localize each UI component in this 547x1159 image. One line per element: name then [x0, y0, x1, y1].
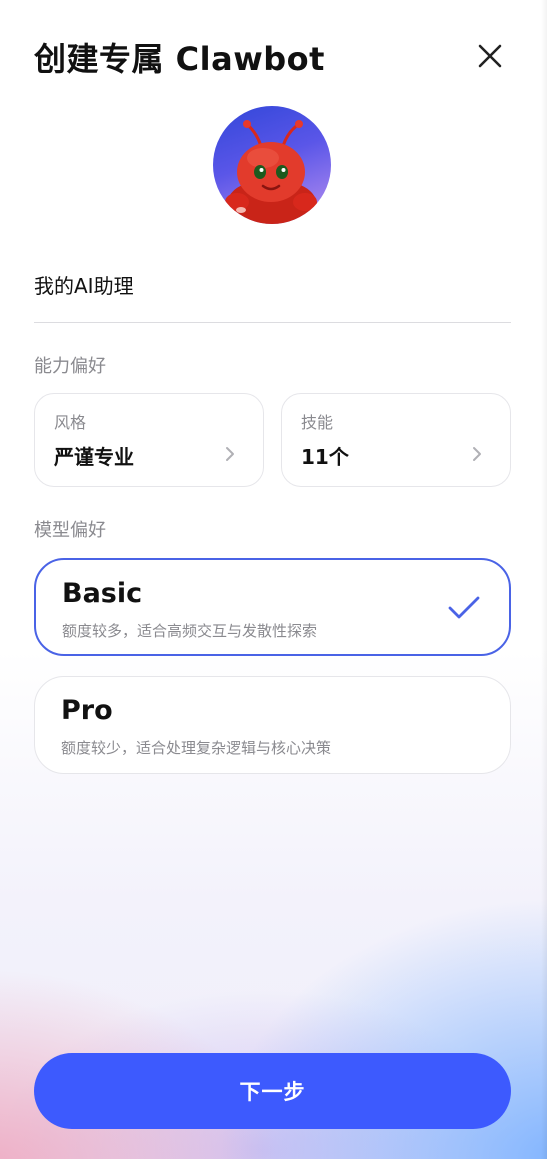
page-title: 创建专属 Clawbot	[34, 40, 325, 78]
avatar[interactable]	[213, 106, 331, 224]
model-option-basic[interactable]: Basic 额度较多，适合高频交互与发散性探索	[34, 558, 511, 656]
style-card[interactable]: 风格 严谨专业	[34, 393, 264, 487]
model-name: Pro	[61, 695, 113, 726]
checkmark-icon	[448, 596, 480, 619]
lobster-mascot-icon	[225, 120, 317, 224]
style-label: 风格	[54, 413, 87, 432]
close-button[interactable]	[472, 38, 508, 74]
model-name: Basic	[62, 578, 143, 609]
assistant-name-input[interactable]: 我的AI助理	[34, 270, 134, 299]
model-description: 额度较少，适合处理复杂逻辑与核心决策	[61, 739, 332, 757]
next-step-button[interactable]: 下一步	[34, 1053, 511, 1129]
skills-card[interactable]: 技能 11个	[281, 393, 511, 487]
screen-edge-shadow	[541, 0, 547, 1159]
model-option-pro[interactable]: Pro 额度较少，适合处理复杂逻辑与核心决策	[34, 676, 511, 774]
skills-label: 技能	[301, 413, 334, 432]
model-section-label: 模型偏好	[34, 520, 106, 541]
chevron-right-icon	[226, 447, 234, 461]
ability-section-label: 能力偏好	[34, 356, 106, 377]
name-underline	[34, 322, 511, 323]
create-clawbot-screen: 创建专属 Clawbot 我的AI助理 能力偏好 风格 严谨专业 技能 11个 …	[0, 0, 547, 1159]
chevron-right-icon	[473, 447, 481, 461]
skills-value: 11个	[301, 445, 349, 469]
style-value: 严谨专业	[54, 445, 134, 469]
model-description: 额度较多，适合高频交互与发散性探索	[62, 622, 318, 640]
close-icon	[478, 44, 502, 68]
